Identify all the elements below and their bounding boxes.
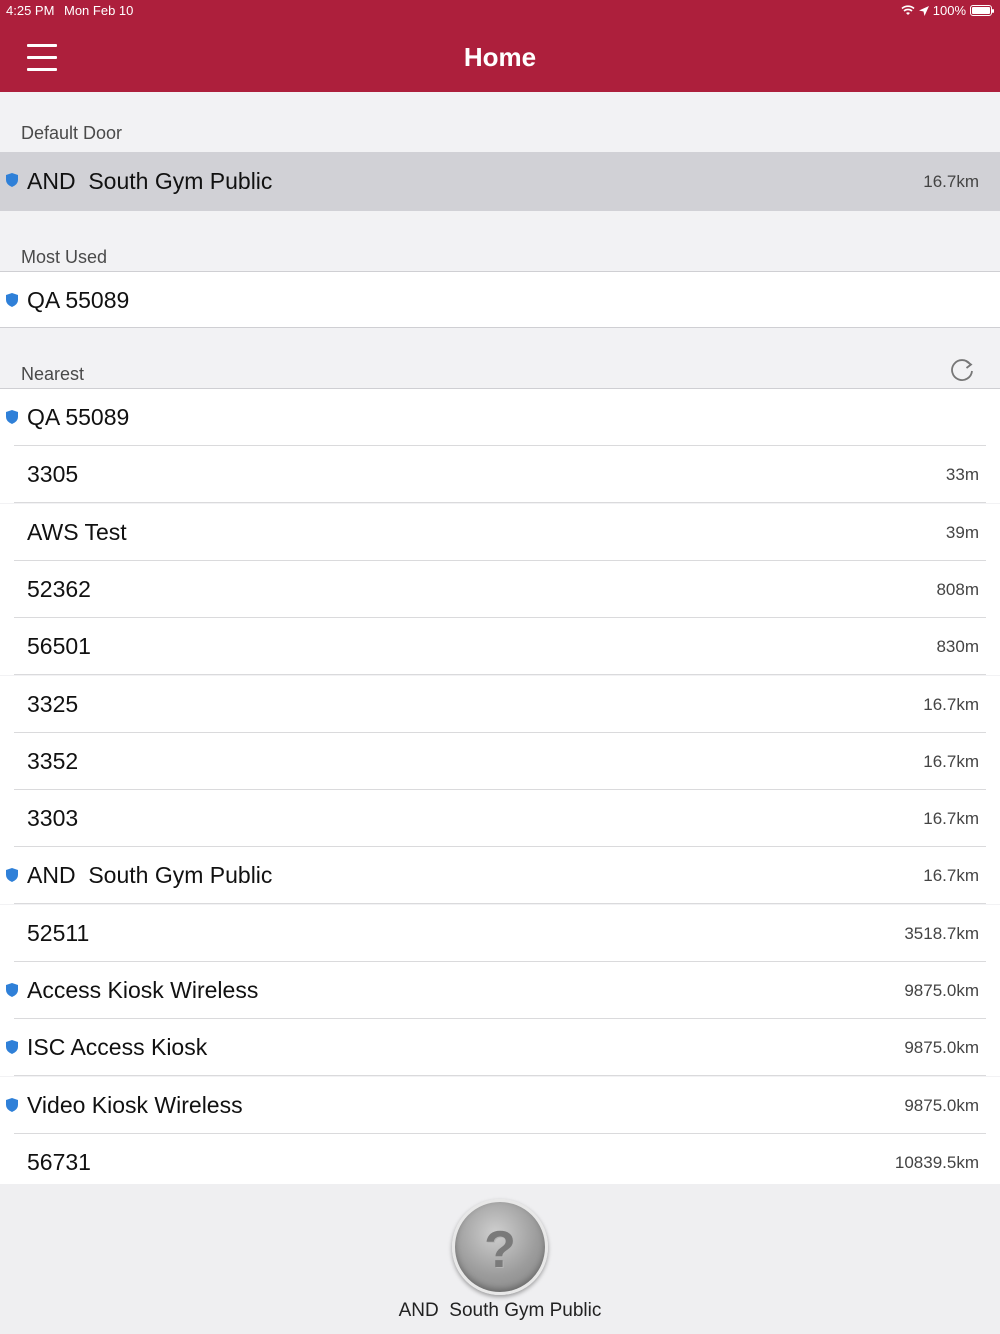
wifi-icon — [901, 5, 915, 15]
shield-icon — [6, 1098, 18, 1112]
door-name: AWS Test — [27, 519, 127, 545]
door-name: AND South Gym Public — [27, 862, 273, 888]
door-name: ISC Access Kiosk — [27, 1034, 208, 1060]
section-divider — [0, 327, 1000, 328]
nearest-row[interactable]: 3325 16.7km — [0, 676, 1000, 733]
nearest-row[interactable]: 3352 16.7km — [0, 733, 1000, 790]
shield-icon — [6, 1040, 18, 1054]
nearest-row[interactable]: 52362 808m — [0, 561, 1000, 618]
door-name: 52511 — [27, 920, 90, 946]
door-distance: 9875.0km — [904, 1038, 979, 1057]
door-distance: 16.7km — [923, 809, 979, 828]
shield-icon — [6, 173, 18, 187]
nearest-row[interactable]: 52511 3518.7km — [0, 905, 1000, 962]
status-date: Mon Feb 10 — [64, 3, 134, 18]
location-arrow-icon — [918, 5, 929, 16]
door-distance: 808m — [936, 580, 979, 599]
most-used-label: Most Used — [21, 247, 108, 267]
refresh-icon[interactable] — [948, 357, 976, 385]
door-name: 3303 — [27, 805, 79, 831]
nearest-row[interactable]: AWS Test 39m — [0, 504, 1000, 561]
default-door-label: Default Door — [21, 123, 123, 143]
nearest-row[interactable]: AND South Gym Public 16.7km — [0, 847, 1000, 904]
shield-icon — [6, 410, 18, 424]
door-name: 3305 — [27, 461, 79, 487]
door-distance: 39m — [945, 523, 979, 542]
unknown-status-icon: ? — [484, 1221, 516, 1279]
door-name: AND South Gym Public — [27, 168, 273, 194]
row-separator — [14, 674, 986, 675]
door-distance: 10839.5km — [894, 1153, 979, 1172]
nearest-row[interactable]: ISC Access Kiosk 9875.0km — [0, 1019, 1000, 1076]
door-distance: 16.7km — [923, 172, 979, 191]
nearest-row[interactable]: 3303 16.7km — [0, 790, 1000, 847]
status-indicators: 100% — [901, 3, 994, 18]
battery-percent: 100% — [932, 3, 966, 18]
shield-icon — [6, 868, 18, 882]
nearest-row[interactable]: Access Kiosk Wireless 9875.0km — [0, 962, 1000, 1019]
nearest-row[interactable]: 56501 830m — [0, 618, 1000, 675]
door-name: 52362 — [27, 576, 91, 602]
nearest-row[interactable]: 3305 33m — [0, 446, 1000, 503]
door-distance: 33m — [945, 465, 979, 484]
nearest-label: Nearest — [21, 364, 85, 384]
footer-panel: ? AND South Gym Public — [0, 1184, 1000, 1334]
door-distance: 16.7km — [923, 866, 979, 885]
nearest-row[interactable]: 56731 10839.5km — [0, 1134, 1000, 1191]
row-separator — [14, 1075, 986, 1076]
shield-icon — [6, 983, 18, 997]
door-distance: 3518.7km — [904, 924, 979, 943]
row-separator — [14, 502, 986, 503]
door-distance: 9875.0km — [904, 1096, 979, 1115]
door-name: 3352 — [27, 748, 79, 774]
page-title: Home — [463, 42, 537, 72]
nearest-row[interactable]: QA 55089 — [0, 389, 1000, 446]
row-separator — [14, 903, 986, 904]
door-distance: 16.7km — [923, 695, 979, 714]
door-name: 3325 — [27, 691, 79, 717]
door-name: Video Kiosk Wireless — [27, 1092, 243, 1118]
door-distance: 830m — [936, 637, 979, 656]
default-door-row[interactable]: AND South Gym Public 16.7km — [0, 152, 1000, 211]
door-distance: 9875.0km — [904, 981, 979, 1000]
door-name: 56501 — [27, 633, 91, 659]
door-distance: 16.7km — [923, 752, 979, 771]
selected-door-label: AND South Gym Public — [398, 1300, 602, 1321]
battery-icon — [970, 5, 994, 16]
door-name: QA 55089 — [27, 287, 130, 313]
door-name: Access Kiosk Wireless — [27, 977, 259, 1003]
shield-icon — [6, 293, 18, 307]
door-name: 56731 — [27, 1149, 91, 1175]
app-header: 4:25 PM Mon Feb 10 100% Home — [0, 0, 1000, 92]
door-status-button[interactable]: ? — [452, 1199, 548, 1295]
most-used-row[interactable]: QA 55089 — [0, 272, 1000, 328]
status-bar: 4:25 PM Mon Feb 10 100% — [0, 0, 1000, 20]
door-name: QA 55089 — [27, 404, 130, 430]
nearest-row[interactable]: Video Kiosk Wireless 9875.0km — [0, 1077, 1000, 1134]
status-time: 4:25 PM — [6, 3, 55, 18]
